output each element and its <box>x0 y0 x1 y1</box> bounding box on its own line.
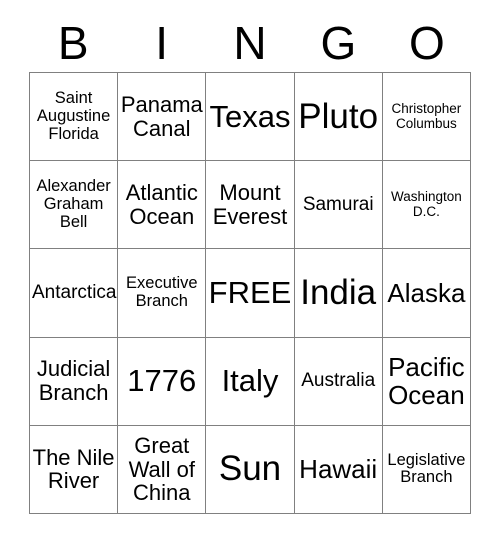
bingo-cell[interactable]: Antarctica <box>30 249 119 338</box>
bingo-cell[interactable]: Italy <box>206 337 295 426</box>
bingo-cell-label: Executive Branch <box>126 274 198 310</box>
bingo-header: B I N G O <box>29 14 471 72</box>
bingo-cell[interactable]: Samurai <box>294 161 383 250</box>
bingo-cell-label: India <box>300 273 377 313</box>
bingo-cell[interactable]: 1776 <box>118 337 207 426</box>
bingo-cell[interactable]: Executive Branch <box>118 249 207 338</box>
bingo-header-letter-n: N <box>233 17 267 69</box>
bingo-cell-label: FREE <box>208 275 292 311</box>
bingo-cell[interactable]: Judicial Branch <box>30 337 119 426</box>
bingo-cell-label: Pacific Ocean <box>388 352 465 411</box>
bingo-cell-label: Samurai <box>302 193 374 215</box>
bingo-grid: Saint Augustine Florida Panama Canal Tex… <box>29 72 471 514</box>
bingo-cell[interactable]: Saint Augustine Florida <box>30 73 119 162</box>
bingo-cell[interactable]: Panama Canal <box>118 73 207 162</box>
bingo-cell[interactable]: Great Wall of China <box>118 425 207 514</box>
bingo-cell-label: Legislative Branch <box>387 450 466 487</box>
bingo-cell-label: Alexander Graham Bell <box>36 177 111 231</box>
bingo-cell[interactable]: Mount Everest <box>206 161 295 250</box>
bingo-cell-label: Saint Augustine Florida <box>36 88 111 143</box>
bingo-cell-label: Atlantic Ocean <box>125 180 198 229</box>
bingo-cell[interactable]: Washington D.C. <box>382 161 471 250</box>
bingo-cell-label: Texas <box>209 98 291 134</box>
bingo-cell[interactable]: Legislative Branch <box>382 425 471 514</box>
bingo-cell-label: Antarctica <box>32 281 117 303</box>
bingo-cell[interactable]: Christopher Columbus <box>382 73 471 162</box>
bingo-cell-label: Sun <box>218 449 282 489</box>
bingo-cell[interactable]: Sun <box>206 425 295 514</box>
bingo-cell[interactable]: Alexander Graham Bell <box>30 161 119 250</box>
bingo-cell-label: Alaska <box>387 277 466 308</box>
bingo-cell[interactable]: Australia <box>294 337 383 426</box>
bingo-cell[interactable]: Pacific Ocean <box>382 337 471 426</box>
bingo-cell-label: 1776 <box>127 363 197 399</box>
bingo-cell-label: Hawaii <box>299 454 378 485</box>
bingo-cell-label: Washington D.C. <box>390 189 462 219</box>
bingo-cell-label: Panama Canal <box>120 91 203 141</box>
bingo-cell-label: Pluto <box>298 96 379 136</box>
bingo-cell-label: Australia <box>301 369 376 391</box>
bingo-card: B I N G O Saint Augustine Florida Panama… <box>0 0 500 544</box>
bingo-cell-label: Mount Everest <box>212 180 288 229</box>
bingo-cell[interactable]: Pluto <box>294 73 383 162</box>
bingo-cell-label: Italy <box>221 363 279 399</box>
bingo-cell[interactable]: Alaska <box>382 249 471 338</box>
bingo-header-letter-g: G <box>320 17 357 69</box>
bingo-cell[interactable]: The Nile River <box>30 425 119 514</box>
bingo-cell-label: Judicial Branch <box>36 356 111 406</box>
bingo-header-letter-b: B <box>57 17 89 69</box>
bingo-header-letter-o: O <box>408 17 445 69</box>
bingo-cell-label: Christopher Columbus <box>391 101 462 131</box>
bingo-cell-label: Great Wall of China <box>128 432 195 506</box>
bingo-cell[interactable]: Atlantic Ocean <box>118 161 207 250</box>
bingo-header-letter-i: I <box>155 17 168 69</box>
bingo-cell[interactable]: Texas <box>206 73 295 162</box>
bingo-cell-free-space[interactable]: FREE <box>206 249 295 338</box>
bingo-cell-label: The Nile River <box>32 444 115 494</box>
bingo-cell[interactable]: India <box>294 249 383 338</box>
bingo-cell[interactable]: Hawaii <box>294 425 383 514</box>
